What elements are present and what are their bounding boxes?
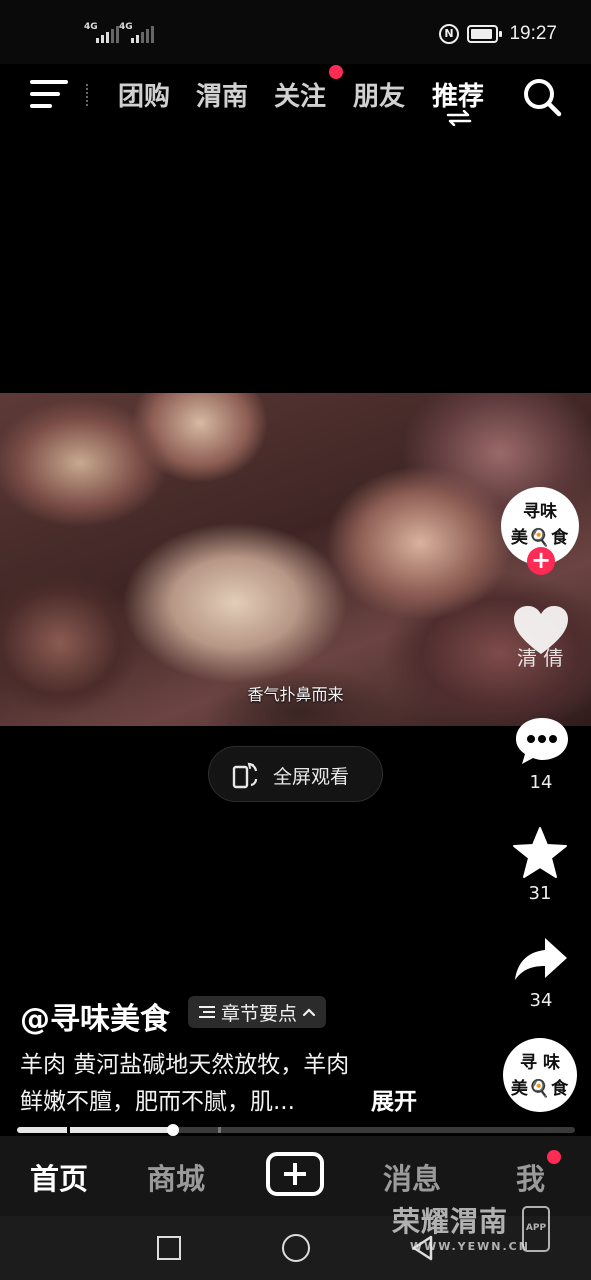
progress-fill [17, 1127, 174, 1133]
tab-mall[interactable]: 商城 [147, 1156, 205, 1198]
divider [86, 84, 90, 106]
create-post-button[interactable] [266, 1152, 324, 1196]
battery-icon [467, 25, 502, 43]
status-time: 19:27 [509, 23, 557, 44]
chapter-marker [67, 1127, 70, 1133]
notification-dot [329, 65, 343, 79]
notification-dot [547, 1150, 561, 1164]
music-disc-avatar[interactable]: 寻 味 美🍳食 [503, 1038, 577, 1112]
list-icon [199, 1006, 215, 1018]
tab-me[interactable]: 我 [516, 1156, 545, 1198]
fullscreen-button[interactable]: 全屏观看 [208, 746, 383, 802]
heart-overlay-text: 清 倩 [517, 646, 564, 670]
tab-following[interactable]: 关注 [274, 76, 326, 113]
author-name[interactable]: @寻味美食 [20, 994, 170, 1038]
chapters-button[interactable]: 章节要点 [188, 996, 327, 1028]
favorite-star-icon[interactable] [512, 826, 568, 880]
video-frame[interactable]: 香气扑鼻而来 [0, 393, 591, 726]
signal-icon [96, 26, 119, 43]
nfc-icon: N [439, 24, 459, 44]
recents-icon[interactable] [157, 1236, 181, 1260]
watermark-app-icon: APP [522, 1206, 550, 1252]
expand-link[interactable]: 展开 [371, 1082, 417, 1116]
watermark-url: WWW.YEWN.CN [410, 1240, 530, 1253]
search-icon[interactable] [521, 76, 563, 118]
progress-handle[interactable] [167, 1124, 180, 1136]
tab-group-buy[interactable]: 团购 [118, 76, 170, 113]
video-progress-bar[interactable] [17, 1124, 575, 1136]
follow-button[interactable]: + [527, 547, 555, 575]
menu-icon[interactable] [30, 80, 68, 108]
share-arrow-icon[interactable] [513, 936, 569, 982]
video-subtitle: 香气扑鼻而来 [247, 685, 344, 704]
status-bar: 4G 4G N 19:27 [0, 0, 591, 64]
tab-messages[interactable]: 消息 [383, 1156, 441, 1198]
comment-icon[interactable] [514, 716, 570, 766]
swap-icon[interactable] [446, 110, 472, 126]
favorite-count: 31 [528, 883, 552, 904]
chapter-marker [218, 1127, 221, 1133]
fullscreen-label: 全屏观看 [273, 766, 350, 788]
tab-friends[interactable]: 朋友 [353, 76, 405, 113]
signal-icon [131, 26, 154, 43]
tab-weinan[interactable]: 渭南 [196, 76, 248, 113]
watermark-title: 荣耀渭南 [392, 1205, 509, 1238]
music-disc-text: 寻 味 [520, 1053, 560, 1073]
tab-home[interactable]: 首页 [30, 1156, 88, 1198]
chevron-up-icon [302, 1008, 316, 1017]
home-icon[interactable] [282, 1234, 310, 1262]
top-nav: 团购 渭南 关注 朋友 推荐 [0, 64, 591, 134]
share-count: 34 [529, 990, 553, 1011]
avatar-text: 美🍳食 [510, 528, 570, 548]
comment-count: 14 [529, 772, 553, 793]
rotate-screen-icon [232, 762, 258, 789]
music-disc-text: 美🍳食 [510, 1079, 570, 1099]
post-description-line-1: 羊肉 黄河盐碱地天然放牧，羊肉 [20, 1052, 350, 1078]
avatar-text: 寻味 [523, 502, 557, 522]
tab-recommend[interactable]: 推荐 [432, 76, 484, 113]
chapters-label: 章节要点 [221, 1002, 298, 1025]
